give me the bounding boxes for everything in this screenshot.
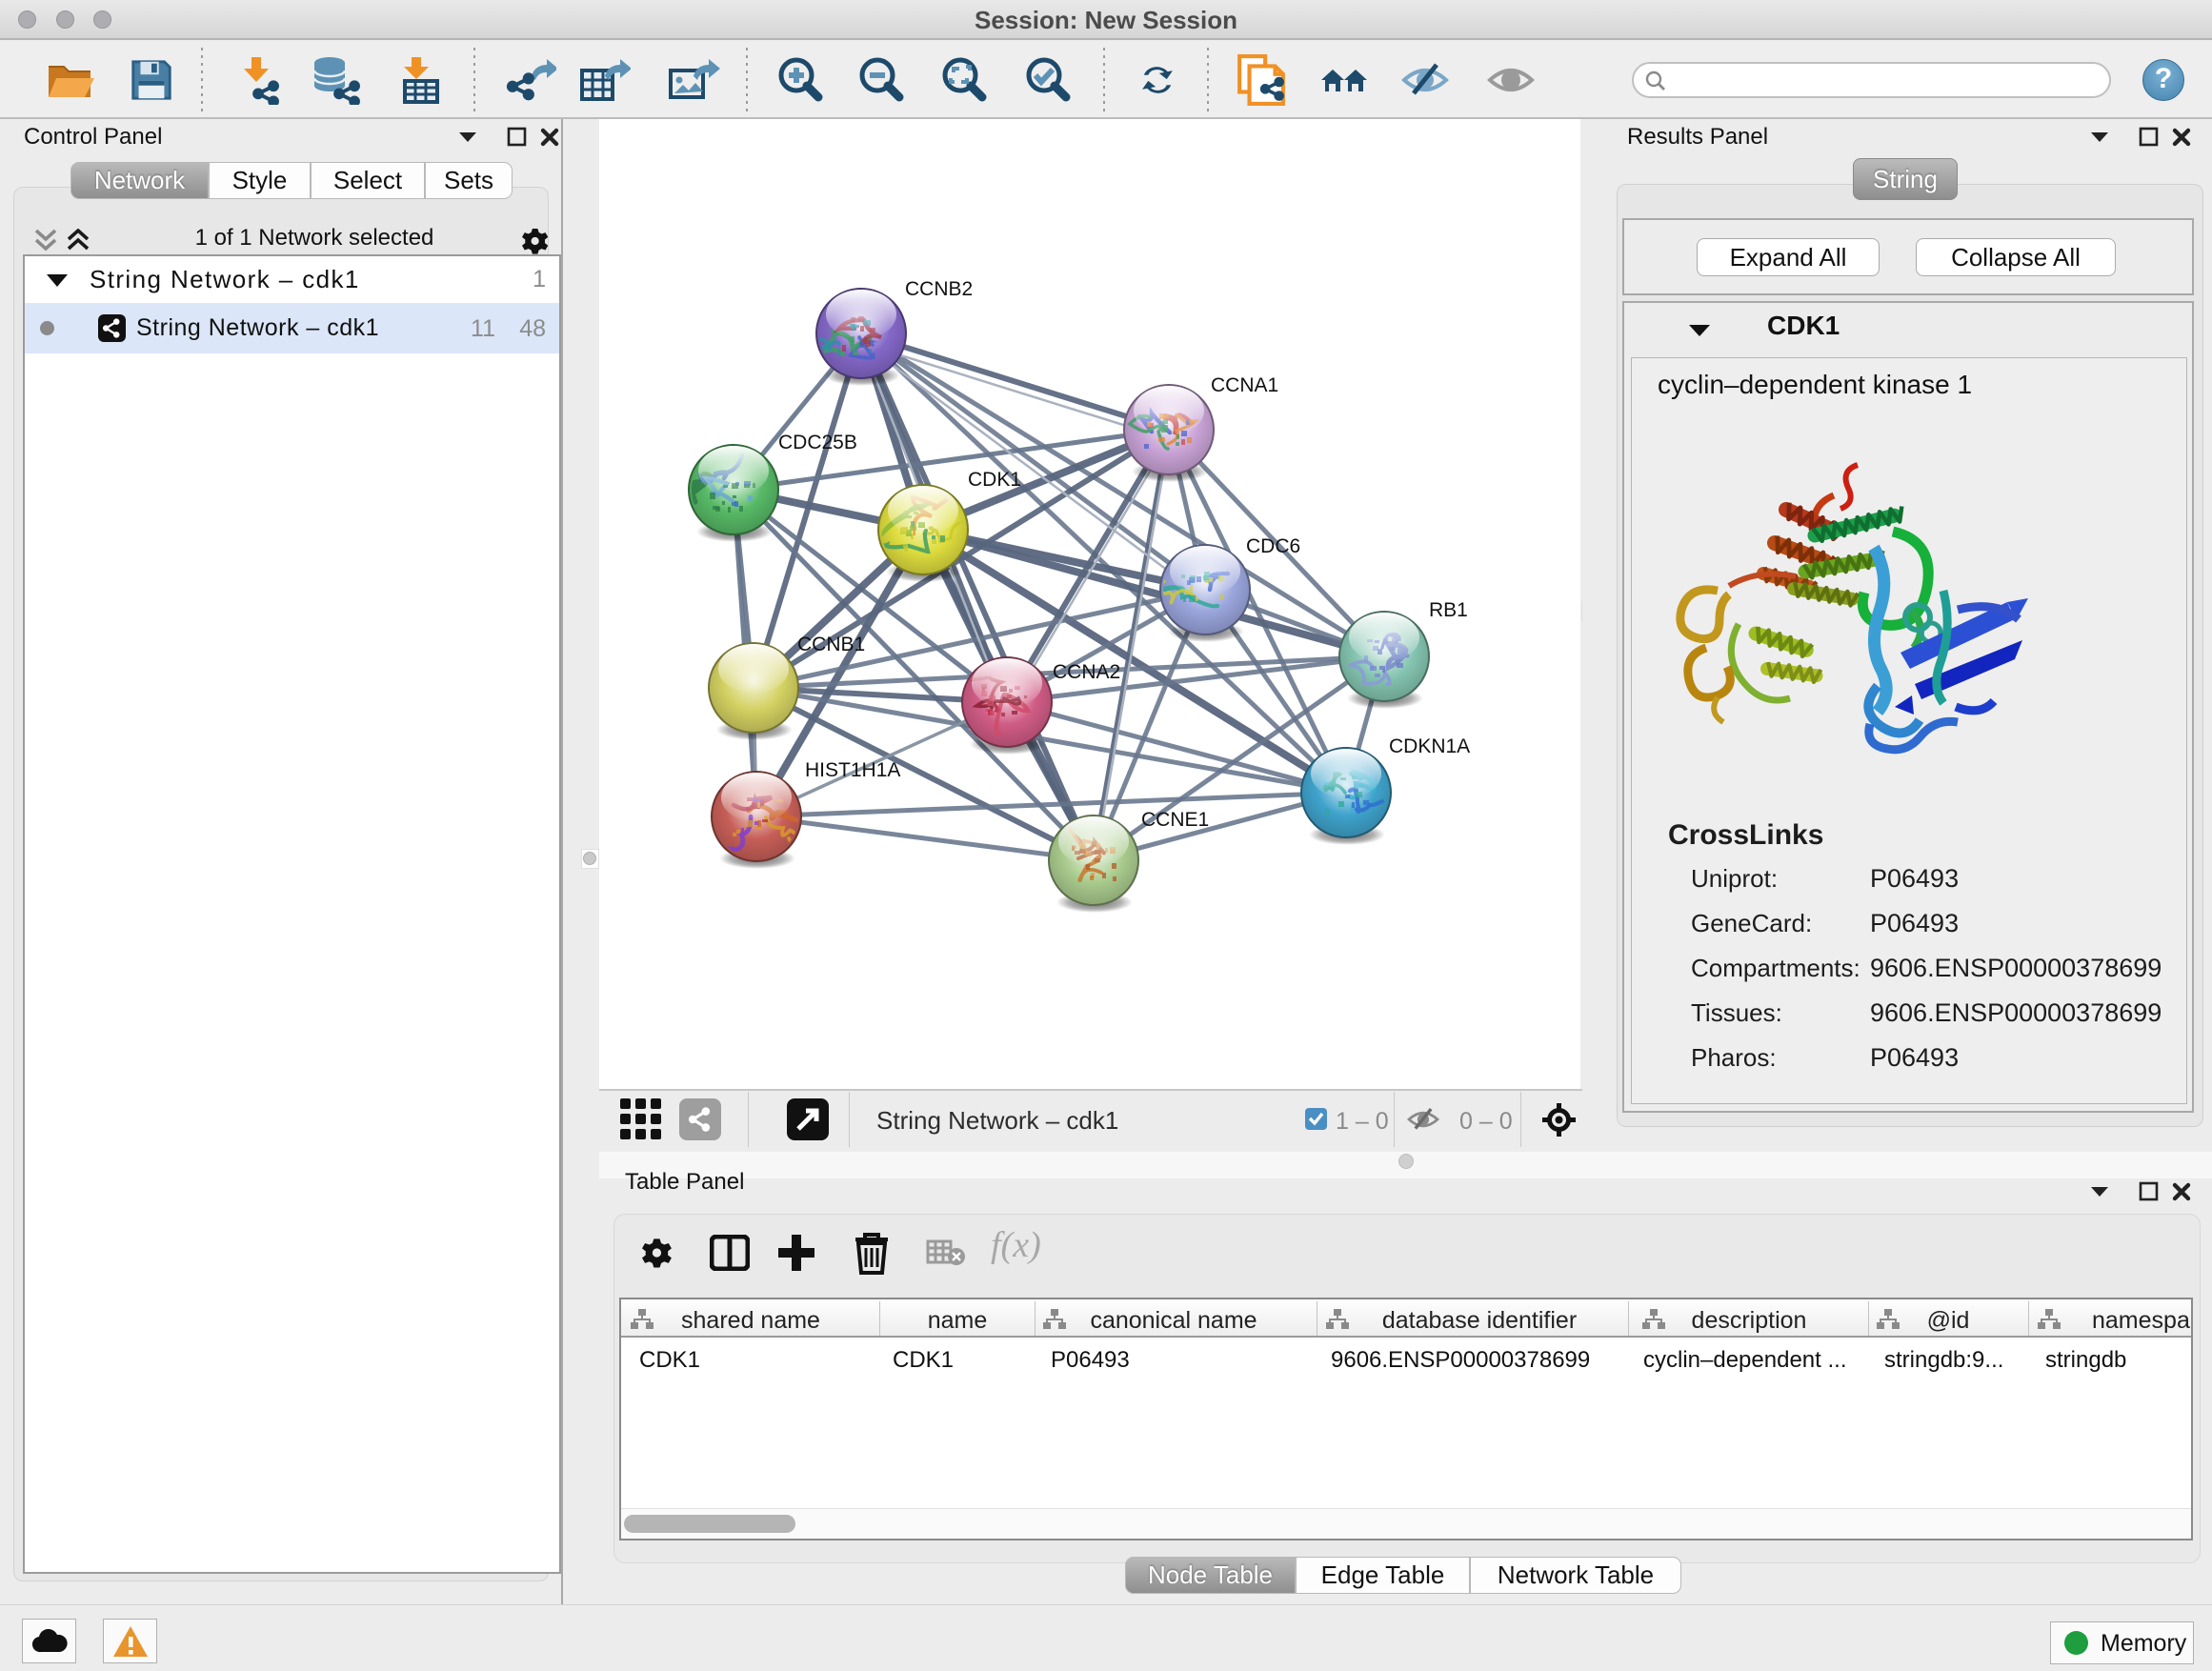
svg-text:CDC6: CDC6 xyxy=(1246,535,1300,557)
svg-text:CCNA2: CCNA2 xyxy=(1053,661,1120,683)
svg-text:CCNE1: CCNE1 xyxy=(1141,809,1209,831)
svg-text:CCNB2: CCNB2 xyxy=(905,278,973,300)
svg-text:CCNA1: CCNA1 xyxy=(1211,374,1278,396)
svg-text:CDK1: CDK1 xyxy=(968,469,1021,491)
svg-text:HIST1H1A: HIST1H1A xyxy=(805,759,900,781)
svg-text:CCNB1: CCNB1 xyxy=(797,634,865,655)
svg-text:CDKN1A: CDKN1A xyxy=(1389,735,1470,757)
svg-text:CDC25B: CDC25B xyxy=(778,432,857,453)
svg-text:RB1: RB1 xyxy=(1429,599,1468,621)
